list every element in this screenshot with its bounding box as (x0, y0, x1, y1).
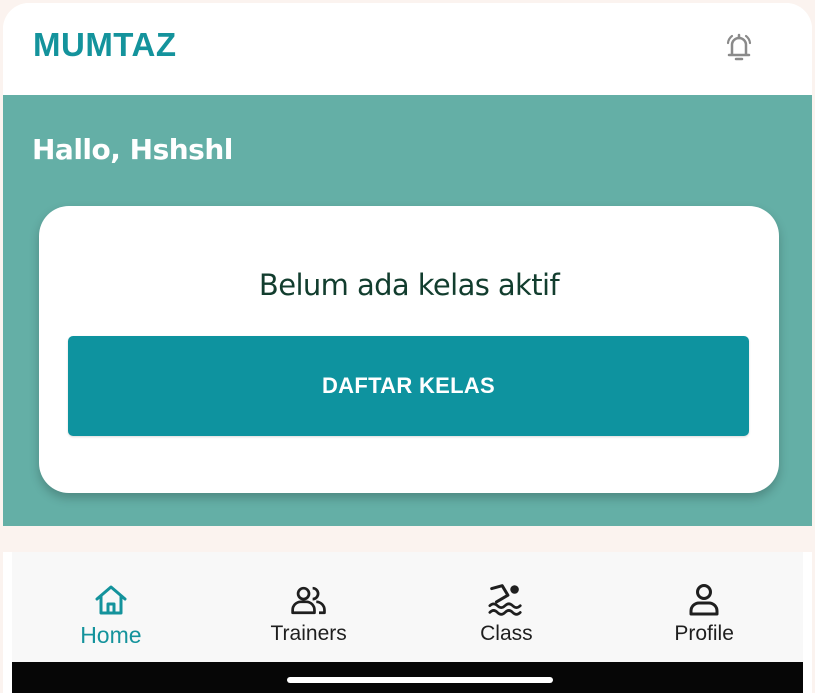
app-screen: MUMTAZ Hallo, Hshshl Belum ada kelas akt… (3, 3, 812, 693)
nav-item-home[interactable]: Home (12, 552, 210, 662)
system-navigation-bar (12, 662, 803, 693)
greeting-section: Hallo, Hshshl Belum ada kelas aktif DAFT… (3, 95, 812, 526)
nav-label-class: Class (480, 622, 533, 645)
nav-label-trainers: Trainers (270, 622, 347, 645)
nav-label-profile: Profile (674, 622, 734, 645)
nav-label-home: Home (80, 622, 142, 648)
swimmer-icon (486, 580, 526, 620)
app-title: MUMTAZ (33, 26, 177, 63)
no-active-class-message: Belum ada kelas aktif (258, 268, 560, 302)
bell-icon[interactable] (717, 25, 761, 69)
nav-item-class[interactable]: Class (408, 552, 606, 662)
person-icon (684, 580, 724, 620)
nav-item-trainers[interactable]: Trainers (210, 552, 408, 662)
nav-item-profile[interactable]: Profile (605, 552, 803, 662)
users-icon (289, 580, 329, 620)
greeting-text: Hallo, Hshshl (32, 133, 233, 166)
bottom-navigation: Home Trainers Class Profile (12, 552, 803, 662)
active-class-card: Belum ada kelas aktif DAFTAR KELAS (39, 206, 779, 493)
home-gesture-handle[interactable] (287, 677, 553, 683)
section-divider (3, 526, 812, 552)
top-app-bar: MUMTAZ (3, 3, 812, 95)
register-class-button[interactable]: DAFTAR KELAS (68, 336, 749, 436)
home-icon (91, 580, 131, 620)
